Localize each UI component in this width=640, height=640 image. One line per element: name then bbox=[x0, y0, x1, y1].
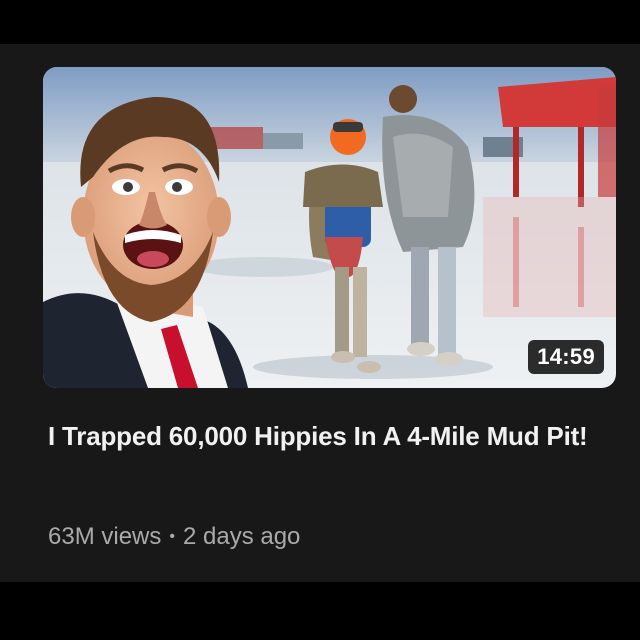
video-title[interactable]: I Trapped 60,000 Hippies In A 4-Mile Mud… bbox=[48, 416, 608, 456]
video-thumbnail[interactable]: 14:59 bbox=[43, 67, 616, 388]
video-metadata: 63M views • 2 days ago bbox=[48, 522, 300, 552]
meta-separator: • bbox=[169, 528, 175, 545]
duration-badge: 14:59 bbox=[528, 340, 604, 374]
upload-age: 2 days ago bbox=[182, 523, 301, 550]
view-count: 63M views bbox=[48, 523, 162, 550]
video-card[interactable]: 14:59 I Trapped 60,000 Hippies In A 4-Mi… bbox=[0, 44, 640, 582]
screen: 14:59 I Trapped 60,000 Hippies In A 4-Mi… bbox=[0, 0, 640, 640]
